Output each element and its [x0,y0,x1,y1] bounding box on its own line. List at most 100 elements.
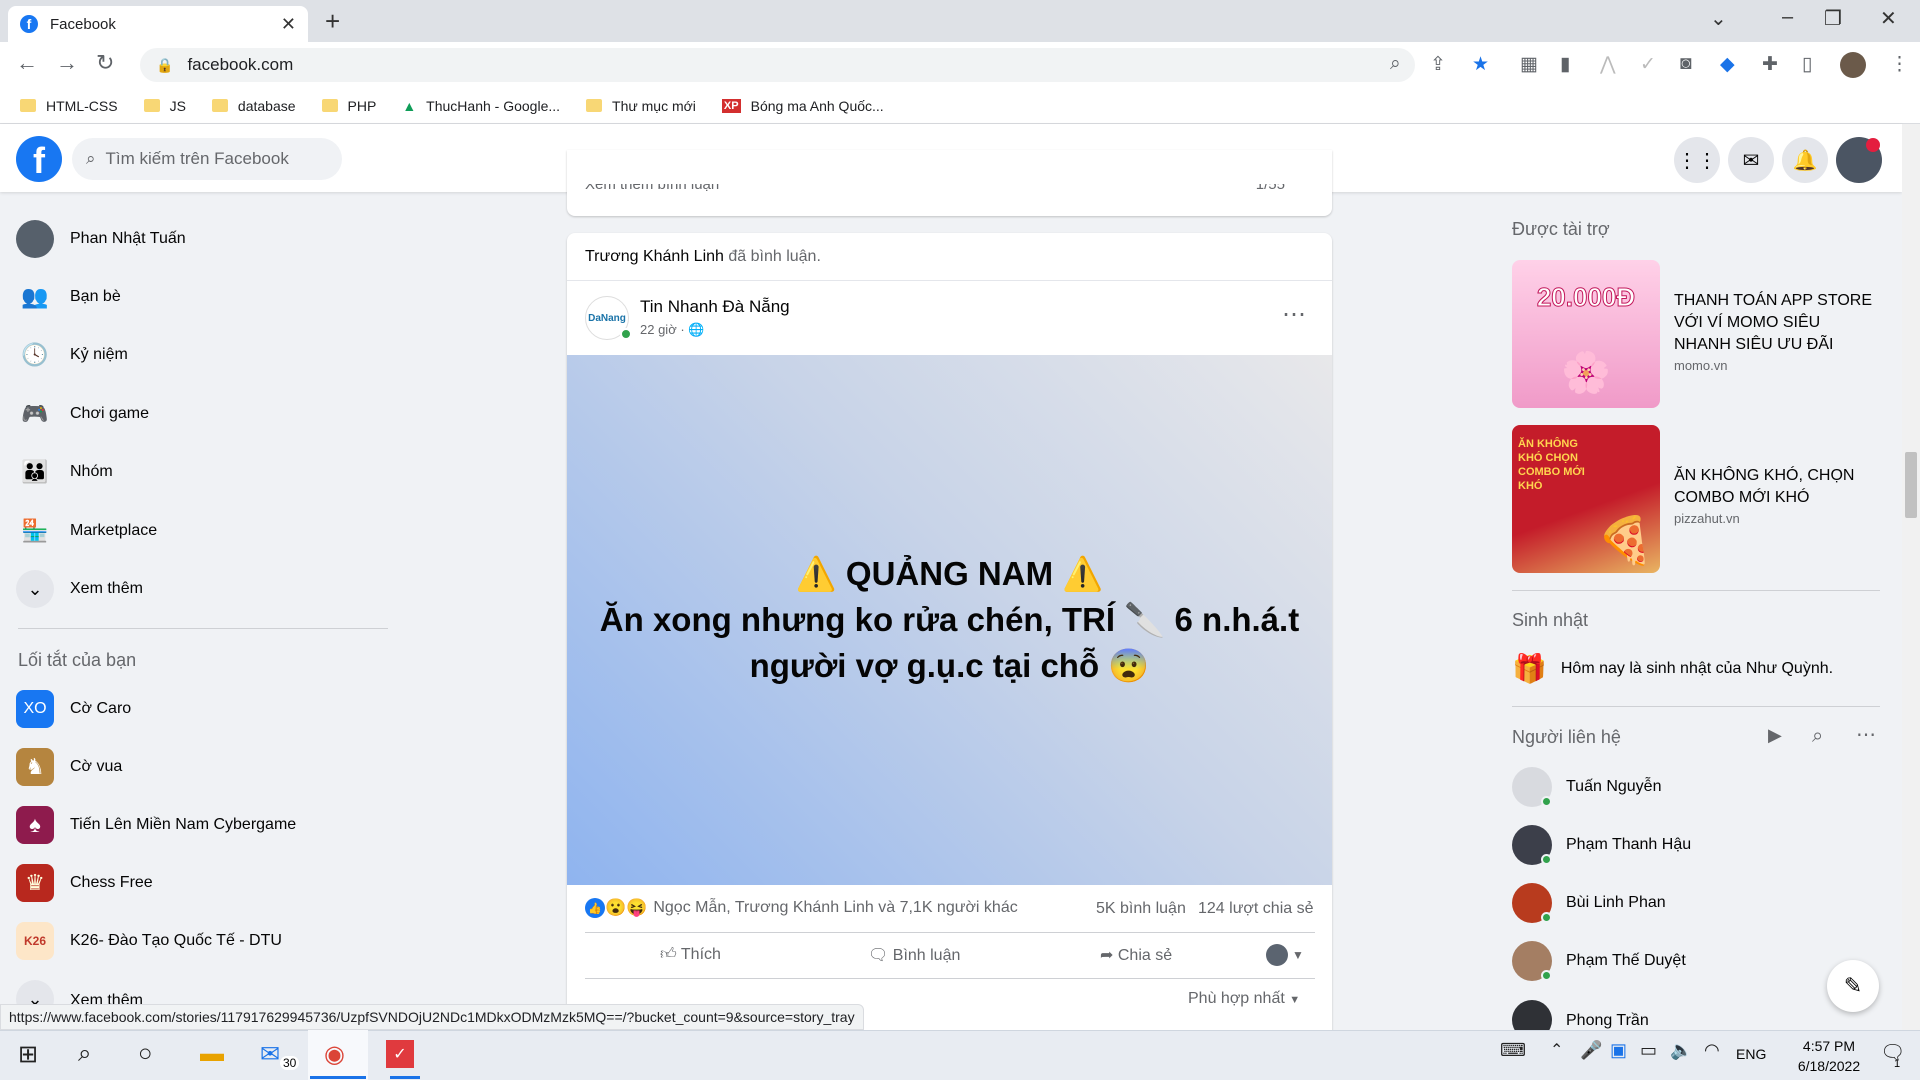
contact-item[interactable]: Phạm Thế Duyệt [1512,941,1686,981]
extension-icon[interactable]: ▦ [1520,53,1538,76]
menu-grid-icon[interactable]: ⋮⋮ [1674,137,1720,183]
more-options-icon[interactable]: ⋯ [1856,722,1876,747]
search-input[interactable]: ⌕ Tìm kiếm trên Facebook [72,138,342,180]
contact-item[interactable]: Tuấn Nguyễn [1512,767,1661,807]
bookmark-item[interactable]: HTML-CSS [20,98,118,114]
left-item-see-more[interactable]: ⌄ Xem thêm [16,570,143,608]
battery-icon[interactable]: ▭ [1640,1040,1657,1061]
chevron-up-icon[interactable]: ⌃ [1550,1040,1563,1060]
contacts-heading: Người liên hệ [1512,727,1621,747]
bookmark-item[interactable]: XP Bóng ma Anh Quốc... [721,98,884,114]
share-button[interactable]: ➦ Chia sẻ [1100,945,1172,965]
shortcut-item[interactable]: XO Cờ Caro [16,690,131,728]
bookmark-item[interactable]: ▲ ThucHanh - Google... [402,98,560,114]
shortcut-item[interactable]: ♞ Cờ vua [16,748,122,786]
shortcut-item[interactable]: ♠ Tiến Lên Miền Nam Cybergame [16,806,296,844]
file-explorer-icon[interactable]: ▬ [200,1040,224,1068]
shares-count[interactable]: 124 lượt chia sẻ [1198,900,1313,918]
windows-taskbar [0,1030,1920,1080]
facebook-logo[interactable]: f [16,136,62,182]
keyboard-icon[interactable]: ⌨ [1500,1040,1526,1061]
share-icon[interactable]: ⇪ [1430,53,1446,76]
reload-icon[interactable]: ↻ [96,50,114,76]
divider [1512,590,1880,591]
shortcut-see-more[interactable]: ⌄ Xem thêm [16,980,143,1004]
clock[interactable]: 4:57 PM 6/18/2022 [1794,1036,1864,1076]
messenger-icon[interactable]: ✉ [1728,137,1774,183]
left-item-friends[interactable]: 👥 Bạn bè [16,278,120,316]
mail-icon[interactable]: ✉ [260,1040,280,1069]
shortcut-item[interactable]: ♛ Chess Free [16,864,153,902]
bookmark-item[interactable]: PHP [321,98,376,114]
comment-icon: 🗨︎ [868,947,889,964]
extension-icon[interactable]: ⋀ [1600,53,1616,76]
forward-icon[interactable]: → [56,50,78,76]
shortcut-item[interactable]: K26 K26- Đào Tạo Quốc Tế - DTU [16,922,282,960]
see-more-comments-link[interactable]: Xem thêm bình luận [585,184,719,193]
bookmark-item[interactable]: JS [143,98,186,114]
language-indicator[interactable]: ENG [1736,1046,1766,1062]
contact-item[interactable]: Phong Trần [1512,1000,1649,1030]
active-app-indicator [310,1076,366,1079]
extension-icon[interactable]: ▮ [1560,53,1570,76]
search-icon: ⌕ [86,149,96,168]
like-button[interactable]: 👍︎ Thích [660,945,721,964]
left-item-profile[interactable]: Phan Nhật Tuấn [16,220,186,258]
birthday-item[interactable]: 🎁 Hôm nay là sinh nhật của Như Quỳnh. [1512,652,1833,685]
extension-icon[interactable]: ✓ [1640,53,1656,76]
wifi-icon[interactable]: ◠ [1704,1040,1720,1061]
comment-button[interactable]: 🗨︎ Bình luận [868,945,960,965]
minimize-icon[interactable]: – [1782,6,1793,29]
more-options-icon[interactable]: ⋯ [1282,300,1306,329]
app-icon[interactable]: ✓ [386,1040,414,1068]
comments-count[interactable]: 5K bình luận [1096,900,1186,918]
back-icon[interactable]: ← [16,50,38,76]
ad-item[interactable]: 20.000Đ 🌸 THANH TOÁN APP STORE VỚI VÍ MO… [1512,260,1874,408]
windows-start-icon[interactable]: ⊞ [18,1040,38,1069]
reactions-summary[interactable]: 👍 😮 😝 Ngọc Mẫn, Trương Khánh Linh và 7,1… [585,898,1018,918]
bookmark-star-icon[interactable]: ★ [1472,53,1489,76]
notification-center-icon[interactable]: 🗨 [1880,1040,1905,1065]
search-contacts-icon[interactable]: ⌕ [1812,725,1823,748]
cortana-icon[interactable]: ○ [138,1040,153,1068]
search-icon[interactable]: ⌕ [78,1040,91,1068]
sidepanel-icon[interactable]: ▯ [1802,53,1812,76]
comment-sort-dropdown[interactable]: Phù hợp nhất ▼ [1188,990,1300,1008]
page-name[interactable]: Tin Nhanh Đà Nẵng [640,297,790,317]
close-window-icon[interactable]: ✕ [1880,6,1897,31]
zoom-icon[interactable]: ⌕ [1390,53,1401,75]
restore-icon[interactable]: ❐ [1824,6,1842,31]
puzzle-extensions-icon[interactable]: ✚ [1762,53,1778,76]
ad-item[interactable]: ĂN KHÔNG KHÓ CHỌN COMBO MỚI KHÓ 🍕 ĂN KHÔ… [1512,425,1874,573]
new-message-button[interactable]: ✎ [1827,960,1879,1012]
contact-item[interactable]: Bùi Linh Phan [1512,883,1666,923]
commenter-name[interactable]: Trương Khánh Linh [585,248,724,265]
audience-selector[interactable]: ▼ [1266,944,1304,966]
left-item-gaming[interactable]: 🎮 Chơi game [16,395,149,433]
birthday-heading: Sinh nhật [1512,610,1589,630]
contact-item[interactable]: Phạm Thanh Hậu [1512,825,1691,865]
tray-app-icon[interactable]: ▣ [1610,1040,1627,1061]
volume-icon[interactable]: 🔈 [1670,1040,1692,1061]
tab-search-icon[interactable]: ⌄ [1710,6,1727,31]
scrollbar-thumb[interactable] [1905,452,1917,518]
notifications-icon[interactable]: 🔔 [1782,137,1828,183]
post-text-background[interactable]: ⚠️ QUẢNG NAM ⚠️ Ăn xong nhưng ko rửa ché… [567,355,1332,885]
left-item-groups[interactable]: 👪 Nhóm [16,453,112,491]
browser-tab[interactable]: f Facebook ✕ [8,6,308,42]
close-tab-icon[interactable]: ✕ [281,14,296,35]
extension-icon[interactable]: ◆ [1720,53,1735,76]
video-call-icon[interactable]: ▶︎ [1768,725,1782,746]
menu-icon[interactable]: ⋮ [1890,53,1909,76]
left-item-marketplace[interactable]: 🏪 Marketplace [16,512,157,550]
scrollbar-track[interactable] [1902,124,1920,1030]
bookmark-item[interactable]: Thư mục mới [586,98,696,114]
camera-extension-icon[interactable]: ◙ [1680,53,1691,75]
address-bar[interactable]: 🔒 facebook.com [140,48,1415,82]
left-item-memories[interactable]: 🕓 Kỷ niệm [16,336,128,374]
bookmark-item[interactable]: database [211,98,296,114]
microphone-icon[interactable]: 🎤 [1580,1040,1602,1061]
post-time[interactable]: 22 giờ · 🌐 [640,322,704,338]
profile-avatar[interactable] [1840,52,1866,78]
new-tab-icon[interactable]: + [325,6,340,37]
